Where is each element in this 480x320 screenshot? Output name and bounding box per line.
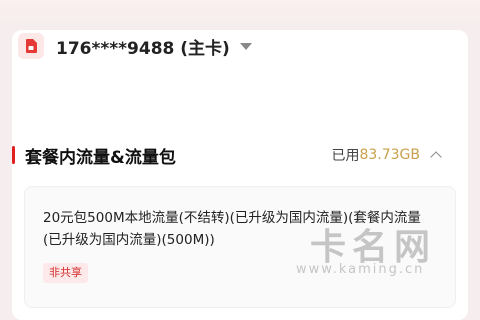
used-label: 已用 [331,148,360,164]
sim-card-icon [18,33,44,59]
account-selector[interactable]: 176****9488 (主卡) [18,30,252,62]
usage-toggle[interactable]: 已用 83.73GB [331,145,442,165]
watermark-url: www.kaming.cn [296,262,425,277]
phone-number: 176****9488 (主卡) [56,38,230,59]
section-header: 套餐内流量&流量包 已用 83.73GB [12,140,442,170]
watermark: 卡名网 www.kaming.cn [290,210,470,290]
top-background [0,0,480,22]
chevron-up-icon[interactable] [430,151,442,163]
non-shared-tag: 非共享 [43,263,88,283]
section-title: 套餐内流量&流量包 [25,147,176,168]
used-value: 83.73GB [359,147,420,163]
caret-down-icon[interactable] [239,42,252,50]
accent-bar [12,146,15,164]
